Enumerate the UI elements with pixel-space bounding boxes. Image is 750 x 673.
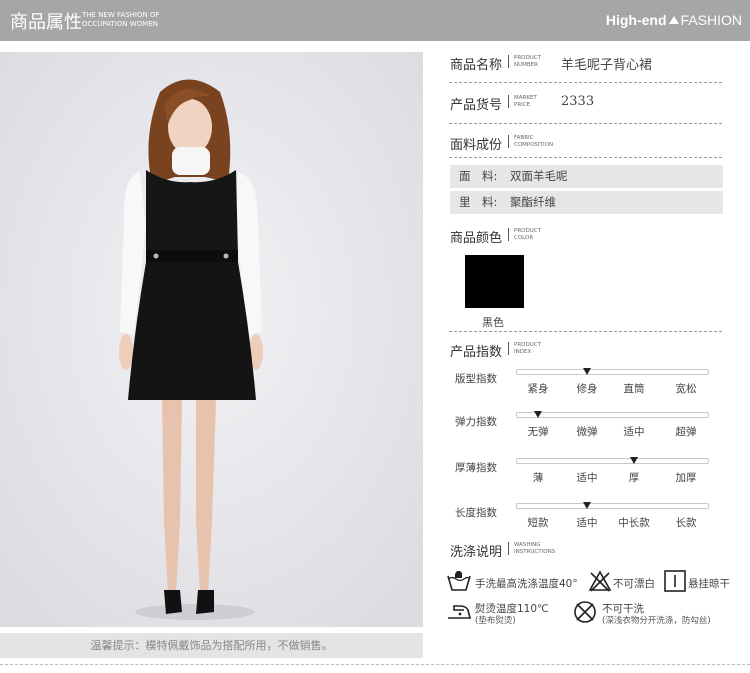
- index-option: 紧身: [527, 383, 549, 395]
- iron-note: (垫布熨烫): [475, 616, 516, 626]
- divider: [449, 82, 722, 83]
- no-dry-clean-note: (深浅衣物分开洗涤，防勾丝): [602, 616, 711, 626]
- no-dry-clean-icon: [574, 601, 596, 623]
- header-bar: 商品属性 THE NEW FASHION OF OCCUPATION WOMEN…: [0, 0, 750, 41]
- product-name-label: 商品名称: [450, 58, 503, 73]
- index-marker-icon: [534, 411, 542, 418]
- index-en1: PRODUCT: [514, 342, 541, 348]
- color-swatch-black[interactable]: [465, 255, 524, 308]
- index-en: PRODUCT INDEX: [508, 342, 541, 355]
- hand-wash-icon: [447, 571, 471, 591]
- wash-en: WASHING INSTRUCTIONS: [508, 542, 555, 555]
- no-bleach-text: 不可漂白: [613, 578, 655, 590]
- divider: [449, 123, 722, 124]
- index-option: 短款: [527, 517, 549, 529]
- fabric-row-key: 里 料:: [459, 195, 498, 209]
- notice-caption: 温馨提示：模特佩戴饰品为搭配所用，不做销售。: [0, 633, 423, 658]
- index-option: 修身: [576, 383, 598, 395]
- color-label: 商品颜色: [450, 231, 503, 246]
- index-en2: INDEX: [514, 348, 532, 355]
- index-option: 长款: [675, 517, 697, 529]
- index-marker-icon: [630, 457, 638, 464]
- fabric-row-lining: 里 料: 聚酯纤维: [450, 191, 723, 214]
- hand-wash-text: 手洗最高洗涤温度40°: [475, 578, 578, 590]
- fabric-en2: COMPOSITION: [514, 141, 554, 148]
- fabric-row-outer: 面 料: 双面羊毛呢: [450, 165, 723, 188]
- brand-bold: High-end: [605, 12, 667, 28]
- section-title: 商品属性: [10, 12, 82, 33]
- index-option: 微弹: [576, 426, 598, 438]
- index-marker-icon: [583, 502, 591, 509]
- model-illustration: [0, 52, 423, 627]
- wash-label: 洗涤说明: [450, 545, 503, 560]
- index-option: 宽松: [675, 383, 697, 395]
- index-option: 适中: [576, 472, 598, 484]
- index-row-label: 厚薄指数: [455, 462, 497, 474]
- product-name-en: PRODUCT NUMBER: [508, 55, 541, 68]
- product-number-en: MARKET PRICE: [508, 95, 537, 108]
- wash-en2: INSTRUCTIONS: [514, 548, 556, 555]
- product-number-en1: MARKET: [514, 95, 537, 101]
- brand-light: FASHION: [680, 12, 742, 28]
- brand-tagline: High-end FASHION: [606, 12, 742, 28]
- hang-dry-icon: [664, 570, 686, 592]
- no-bleach-icon: [588, 570, 612, 592]
- index-row-label: 版型指数: [455, 373, 497, 385]
- product-name-en2: NUMBER: [514, 61, 538, 68]
- index-option: 适中: [576, 517, 598, 529]
- index-marker-icon: [583, 368, 591, 375]
- divider: [449, 157, 722, 158]
- product-number-label: 产品货号: [450, 98, 503, 113]
- section-subtitle-line1: THE NEW FASHION OF: [82, 11, 160, 19]
- fabric-en: FABRIC COMPOSITION: [508, 135, 553, 148]
- iron-icon: [448, 605, 472, 619]
- product-number-value: 2333: [561, 94, 595, 109]
- section-subtitle: THE NEW FASHION OF OCCUPATION WOMEN: [82, 11, 159, 29]
- index-option: 加厚: [675, 472, 697, 484]
- section-subtitle-line2: OCCUPATION WOMEN: [82, 20, 158, 28]
- index-option: 厚: [628, 472, 640, 484]
- index-row-label: 长度指数: [455, 507, 497, 519]
- index-option: 薄: [532, 472, 544, 484]
- fabric-label: 面料成份: [450, 138, 503, 153]
- index-option: 无弹: [527, 426, 549, 438]
- index-option: 超弹: [675, 426, 697, 438]
- model-photo: [0, 52, 423, 627]
- fabric-row-key: 面 料:: [459, 169, 498, 183]
- product-name-en1: PRODUCT: [514, 55, 541, 61]
- index-option: 直筒: [623, 383, 645, 395]
- color-en1: PRODUCT: [514, 228, 541, 234]
- bottom-divider: [0, 664, 750, 665]
- color-en2: COLOR: [514, 234, 534, 241]
- index-label: 产品指数: [450, 345, 503, 360]
- divider: [449, 331, 722, 332]
- index-scale-bar: [516, 503, 709, 509]
- color-swatch-label: 黑色: [482, 316, 504, 329]
- triangle-icon: [668, 16, 679, 24]
- index-scale-bar: [516, 458, 709, 464]
- fabric-row-value: 双面羊毛呢: [510, 169, 568, 183]
- product-name-value: 羊毛呢子背心裙: [561, 58, 653, 73]
- index-row-label: 弹力指数: [455, 416, 497, 428]
- product-number-en2: PRICE: [514, 101, 531, 108]
- index-scale-bar: [516, 369, 709, 375]
- fabric-row-value: 聚酯纤维: [510, 195, 556, 209]
- index-option: 适中: [623, 426, 645, 438]
- color-en: PRODUCT COLOR: [508, 228, 541, 241]
- hang-dry-text: 悬挂晾干: [688, 578, 730, 590]
- index-scale-bar: [516, 412, 709, 418]
- index-option: 中长款: [618, 517, 650, 529]
